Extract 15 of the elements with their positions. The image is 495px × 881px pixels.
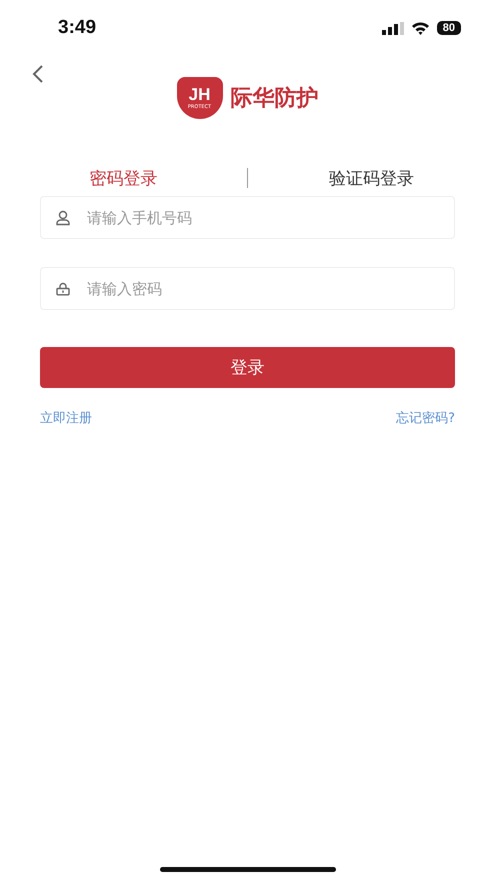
register-link[interactable]: 立即注册 xyxy=(40,409,92,427)
login-button[interactable]: 登录 xyxy=(40,347,455,388)
brand-name: 际华防护 xyxy=(230,85,318,113)
forgot-password-link[interactable]: 忘记密码? xyxy=(396,409,455,427)
back-icon[interactable] xyxy=(32,64,44,84)
status-time: 3:49 xyxy=(58,17,96,39)
signal-icon xyxy=(382,22,404,34)
login-tab[interactable]: 密码登录 xyxy=(0,166,247,190)
phone-field[interactable]: 请输入手机号码 xyxy=(40,196,455,239)
battery-level: 80 xyxy=(436,21,461,35)
password-field[interactable]: 请输入密码 xyxy=(40,267,455,310)
login-tab[interactable]: 验证码登录 xyxy=(248,166,495,190)
lock-icon xyxy=(56,282,70,295)
user-icon xyxy=(56,210,70,225)
wifi-icon xyxy=(410,21,430,35)
